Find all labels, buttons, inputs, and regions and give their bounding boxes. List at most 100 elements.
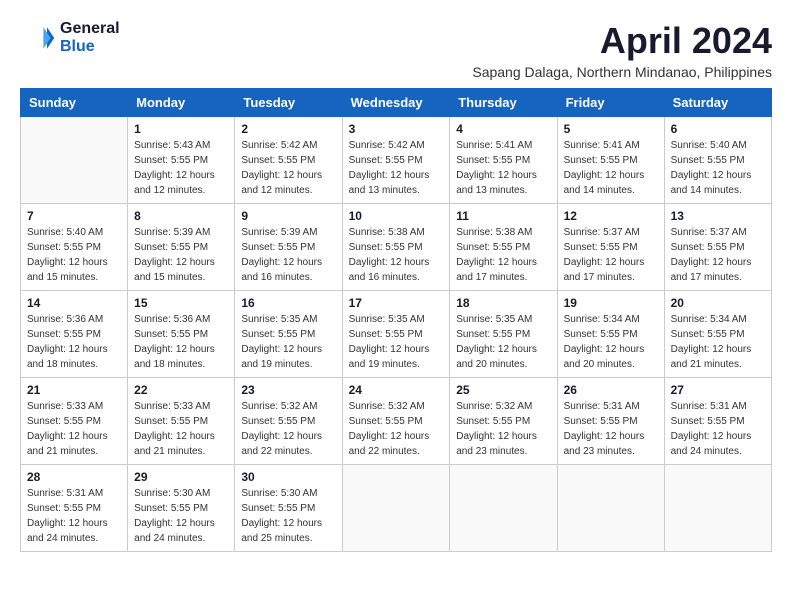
day-info: Sunrise: 5:31 AMSunset: 5:55 PMDaylight:… [564,399,658,459]
day-number: 1 [134,122,228,136]
day-info: Sunrise: 5:35 AMSunset: 5:55 PMDaylight:… [241,312,335,372]
day-number: 22 [134,383,228,397]
calendar-cell: 12 Sunrise: 5:37 AMSunset: 5:55 PMDayligh… [557,204,664,291]
day-info: Sunrise: 5:38 AMSunset: 5:55 PMDaylight:… [349,225,444,285]
calendar-cell: 13 Sunrise: 5:37 AMSunset: 5:55 PMDayligh… [664,204,771,291]
day-info: Sunrise: 5:43 AMSunset: 5:55 PMDaylight:… [134,138,228,198]
day-number: 2 [241,122,335,136]
calendar-cell: 9Sunrise: 5:39 AMSunset: 5:55 PMDaylight… [235,204,342,291]
day-info: Sunrise: 5:42 AMSunset: 5:55 PMDaylight:… [241,138,335,198]
calendar-cell: 1 Sunrise: 5:43 AMSunset: 5:55 PMDaylight… [128,117,235,204]
day-number: 30 [241,470,335,484]
day-number: 26 [564,383,658,397]
day-info: Sunrise: 5:37 AMSunset: 5:55 PMDaylight:… [671,225,765,285]
calendar-header-row: Sunday Monday Tuesday Wednesday Thursday… [21,89,772,117]
day-number: 16 [241,296,335,310]
calendar-cell [21,117,128,204]
day-number: 29 [134,470,228,484]
calendar-cell: 3 Sunrise: 5:42 AMSunset: 5:55 PMDaylight… [342,117,450,204]
calendar-cell: 15 Sunrise: 5:36 AMSunset: 5:55 PMDayligh… [128,291,235,378]
day-number: 6 [671,122,765,136]
day-number: 28 [27,470,121,484]
header-monday: Monday [128,89,235,117]
day-number: 21 [27,383,121,397]
header-saturday: Saturday [664,89,771,117]
title-section: April 2024 Sapang Dalaga, Northern Minda… [472,20,772,80]
day-number: 7 [27,209,121,223]
day-info: Sunrise: 5:40 AMSunset: 5:55 PMDaylight:… [27,225,121,285]
header-tuesday: Tuesday [235,89,342,117]
calendar-cell: 5 Sunrise: 5:41 AMSunset: 5:55 PMDaylight… [557,117,664,204]
day-info: Sunrise: 5:33 AMSunset: 5:55 PMDaylight:… [27,399,121,459]
calendar-table: Sunday Monday Tuesday Wednesday Thursday… [20,88,772,552]
header-sunday: Sunday [21,89,128,117]
day-number: 23 [241,383,335,397]
day-number: 5 [564,122,658,136]
day-info: Sunrise: 5:36 AMSunset: 5:55 PMDaylight:… [134,312,228,372]
calendar-cell: 17 Sunrise: 5:35 AMSunset: 5:55 PMDayligh… [342,291,450,378]
calendar-cell: 6 Sunrise: 5:40 AMSunset: 5:55 PMDaylight… [664,117,771,204]
day-number: 3 [349,122,444,136]
day-info: Sunrise: 5:30 AMSunset: 5:55 PMDaylight:… [134,486,228,546]
day-number: 4 [456,122,550,136]
day-info: Sunrise: 5:42 AMSunset: 5:55 PMDaylight:… [349,138,444,198]
day-number: 10 [349,209,444,223]
day-info: Sunrise: 5:34 AMSunset: 5:55 PMDaylight:… [564,312,658,372]
day-info: Sunrise: 5:39 AMSunset: 5:55 PMDaylight:… [241,225,335,285]
day-info: Sunrise: 5:34 AMSunset: 5:55 PMDaylight:… [671,312,765,372]
day-info: Sunrise: 5:32 AMSunset: 5:55 PMDaylight:… [241,399,335,459]
calendar-cell: 8 Sunrise: 5:39 AMSunset: 5:55 PMDaylight… [128,204,235,291]
day-info: Sunrise: 5:30 AMSunset: 5:55 PMDaylight:… [241,486,335,546]
calendar-cell: 23 Sunrise: 5:32 AMSunset: 5:55 PMDayligh… [235,378,342,465]
day-number: 18 [456,296,550,310]
month-title: April 2024 [472,20,772,62]
header-thursday: Thursday [450,89,557,117]
day-number: 14 [27,296,121,310]
calendar-cell: 20 Sunrise: 5:34 AMSunset: 5:55 PMDayligh… [664,291,771,378]
day-info: Sunrise: 5:41 AMSunset: 5:55 PMDaylight:… [564,138,658,198]
day-info: Sunrise: 5:36 AMSunset: 5:55 PMDaylight:… [27,312,121,372]
calendar-week-row: 14 Sunrise: 5:36 AMSunset: 5:55 PMDayligh… [21,291,772,378]
calendar-cell: 27Sunrise: 5:31 AMSunset: 5:55 PMDayligh… [664,378,771,465]
day-number: 19 [564,296,658,310]
calendar-cell: 24 Sunrise: 5:32 AMSunset: 5:55 PMDayligh… [342,378,450,465]
logo: General Blue [20,20,120,56]
calendar-cell: 14 Sunrise: 5:36 AMSunset: 5:55 PMDayligh… [21,291,128,378]
day-number: 8 [134,209,228,223]
day-info: Sunrise: 5:33 AMSunset: 5:55 PMDaylight:… [134,399,228,459]
day-info: Sunrise: 5:41 AMSunset: 5:55 PMDaylight:… [456,138,550,198]
calendar-week-row: 28 Sunrise: 5:31 AMSunset: 5:55 PMDayligh… [21,465,772,552]
day-info: Sunrise: 5:31 AMSunset: 5:55 PMDaylight:… [671,399,765,459]
day-number: 20 [671,296,765,310]
calendar-cell: 7 Sunrise: 5:40 AMSunset: 5:55 PMDaylight… [21,204,128,291]
calendar-cell: 10 Sunrise: 5:38 AMSunset: 5:55 PMDayligh… [342,204,450,291]
day-number: 25 [456,383,550,397]
calendar-cell: 4 Sunrise: 5:41 AMSunset: 5:55 PMDaylight… [450,117,557,204]
header-friday: Friday [557,89,664,117]
day-number: 13 [671,209,765,223]
day-number: 12 [564,209,658,223]
day-number: 11 [456,209,550,223]
calendar-cell: 11Sunrise: 5:38 AMSunset: 5:55 PMDayligh… [450,204,557,291]
day-info: Sunrise: 5:35 AMSunset: 5:55 PMDaylight:… [349,312,444,372]
calendar-cell: 19 Sunrise: 5:34 AMSunset: 5:55 PMDayligh… [557,291,664,378]
day-number: 17 [349,296,444,310]
day-info: Sunrise: 5:31 AMSunset: 5:55 PMDaylight:… [27,486,121,546]
header-wednesday: Wednesday [342,89,450,117]
calendar-cell: 28 Sunrise: 5:31 AMSunset: 5:55 PMDayligh… [21,465,128,552]
calendar-cell [664,465,771,552]
logo-icon [20,20,56,56]
calendar-cell [557,465,664,552]
day-info: Sunrise: 5:37 AMSunset: 5:55 PMDaylight:… [564,225,658,285]
day-info: Sunrise: 5:32 AMSunset: 5:55 PMDaylight:… [349,399,444,459]
calendar-week-row: 7 Sunrise: 5:40 AMSunset: 5:55 PMDaylight… [21,204,772,291]
day-info: Sunrise: 5:32 AMSunset: 5:55 PMDaylight:… [456,399,550,459]
day-info: Sunrise: 5:40 AMSunset: 5:55 PMDaylight:… [671,138,765,198]
logo-text: General Blue [60,20,120,56]
day-number: 24 [349,383,444,397]
calendar-cell: 21 Sunrise: 5:33 AMSunset: 5:55 PMDayligh… [21,378,128,465]
day-info: Sunrise: 5:39 AMSunset: 5:55 PMDaylight:… [134,225,228,285]
day-number: 15 [134,296,228,310]
calendar-week-row: 21 Sunrise: 5:33 AMSunset: 5:55 PMDayligh… [21,378,772,465]
calendar-cell: 2 Sunrise: 5:42 AMSunset: 5:55 PMDaylight… [235,117,342,204]
